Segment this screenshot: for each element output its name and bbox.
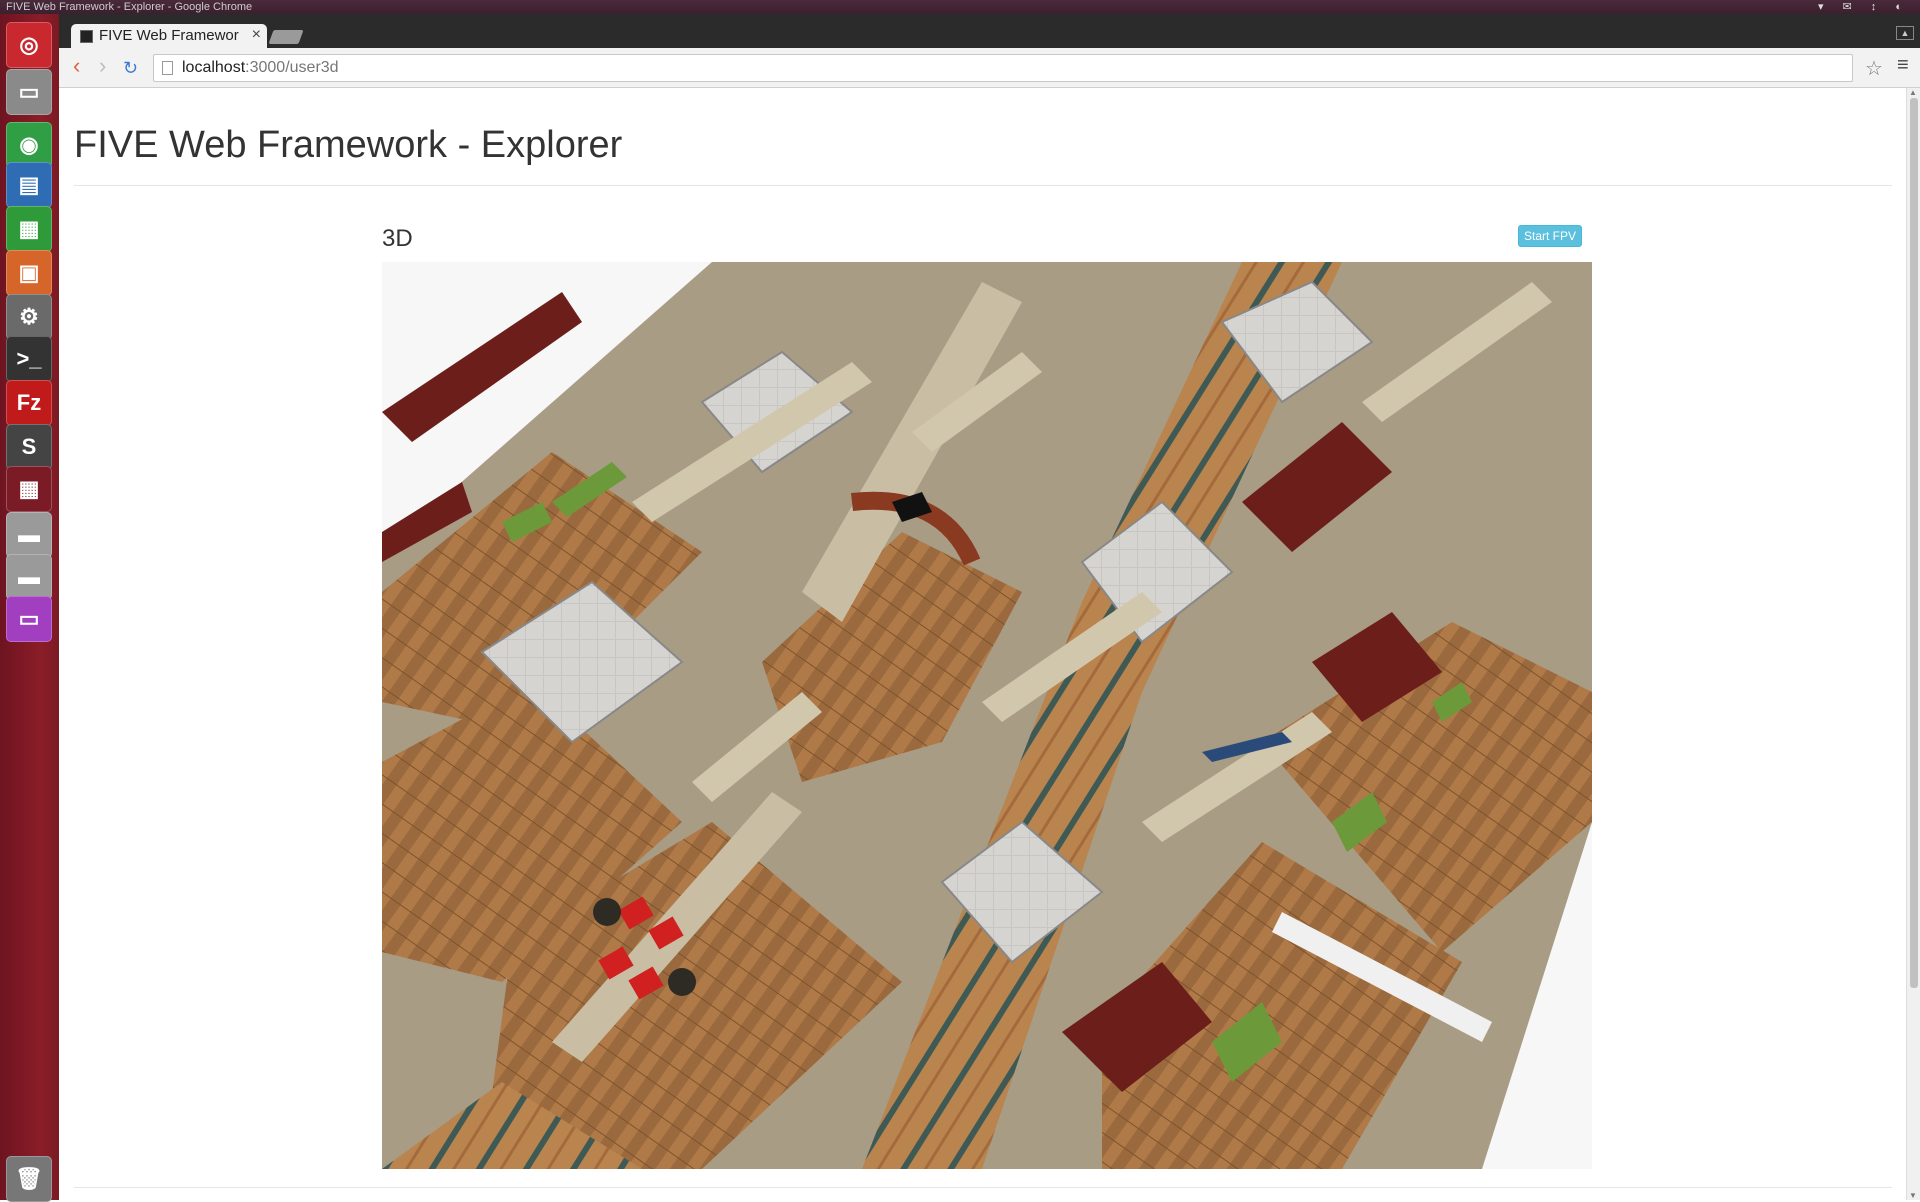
terminal-icon[interactable]: >_ bbox=[6, 336, 52, 382]
settings-icon[interactable]: ⚙ bbox=[6, 294, 52, 340]
tab-title: FIVE Web Framewor bbox=[99, 27, 239, 44]
url-host: localhost bbox=[182, 59, 246, 76]
bookmark-star-icon[interactable]: ☆ bbox=[1865, 56, 1883, 81]
title-divider bbox=[74, 185, 1892, 186]
back-arrow-icon[interactable]: ‹ bbox=[73, 55, 80, 77]
calc-icon[interactable]: ▦ bbox=[6, 206, 52, 252]
round-table-1 bbox=[593, 898, 621, 926]
writer-icon[interactable]: ▤ bbox=[6, 162, 52, 208]
3d-floorplan-render bbox=[382, 262, 1592, 1169]
tab-favicon-icon bbox=[80, 30, 93, 43]
url-path: :3000/user3d bbox=[245, 59, 339, 76]
scroll-up-icon[interactable]: ▲ bbox=[1909, 88, 1917, 97]
3d-viewport[interactable] bbox=[382, 262, 1592, 1169]
round-table-2 bbox=[668, 968, 696, 996]
app-icon[interactable]: ▭ bbox=[6, 596, 52, 642]
sublime-icon[interactable]: S bbox=[6, 424, 52, 470]
os-top-panel: FIVE Web Framework - Explorer - Google C… bbox=[0, 0, 1920, 14]
tab-strip: FIVE Web Framewor × ▲ bbox=[59, 14, 1920, 48]
browser-tab[interactable]: FIVE Web Framewor × bbox=[71, 24, 267, 48]
forward-arrow-icon[interactable]: › bbox=[99, 55, 106, 77]
trash-icon[interactable]: 🗑 bbox=[6, 1156, 52, 1202]
window-restore-button[interactable]: ▲ bbox=[1896, 26, 1914, 40]
panel-title: 3D bbox=[382, 225, 413, 252]
window-title: FIVE Web Framework - Explorer - Google C… bbox=[6, 1, 253, 13]
system-tray-icons[interactable]: ▾ ✉ ↕ ◐ bbox=[1818, 0, 1910, 14]
scrollbar-thumb[interactable] bbox=[1910, 98, 1918, 988]
footer-divider bbox=[74, 1187, 1892, 1188]
page-content: FIVE Web Framework - Explorer 3D Start F… bbox=[59, 88, 1906, 1200]
impress-icon[interactable]: ▣ bbox=[6, 250, 52, 296]
tab-close-icon[interactable]: × bbox=[252, 26, 261, 44]
page-scrollbar[interactable]: ▲ ▼ bbox=[1906, 88, 1920, 1200]
filezilla-icon[interactable]: Fz bbox=[6, 380, 52, 426]
start-fpv-button[interactable]: Start FPV bbox=[1518, 225, 1582, 247]
scroll-down-icon[interactable]: ▼ bbox=[1909, 1191, 1917, 1200]
unity-launcher: ◎ ▭ ◉ ▤ ▦ ▣ ⚙ >_ Fz S ▦ ▬ ▬ ▭ 🗑 bbox=[0, 14, 59, 1202]
workspace-icon[interactable]: ▦ bbox=[6, 466, 52, 512]
drive-2-icon[interactable]: ▬ bbox=[6, 554, 52, 600]
page-icon bbox=[162, 61, 173, 75]
chrome-menu-icon[interactable]: ≡ bbox=[1897, 54, 1909, 77]
new-tab-button[interactable] bbox=[268, 30, 304, 44]
drive-icon[interactable]: ▬ bbox=[6, 512, 52, 558]
address-bar[interactable]: localhost:3000/user3d bbox=[153, 54, 1853, 82]
files-icon[interactable]: ▭ bbox=[6, 69, 52, 115]
browser-toolbar: ‹ › ↻ localhost:3000/user3d ☆ ≡ bbox=[59, 48, 1920, 88]
ubuntu-dash-icon[interactable]: ◎ bbox=[6, 22, 52, 68]
page-title: FIVE Web Framework - Explorer bbox=[74, 124, 623, 166]
reload-icon[interactable]: ↻ bbox=[123, 57, 138, 79]
